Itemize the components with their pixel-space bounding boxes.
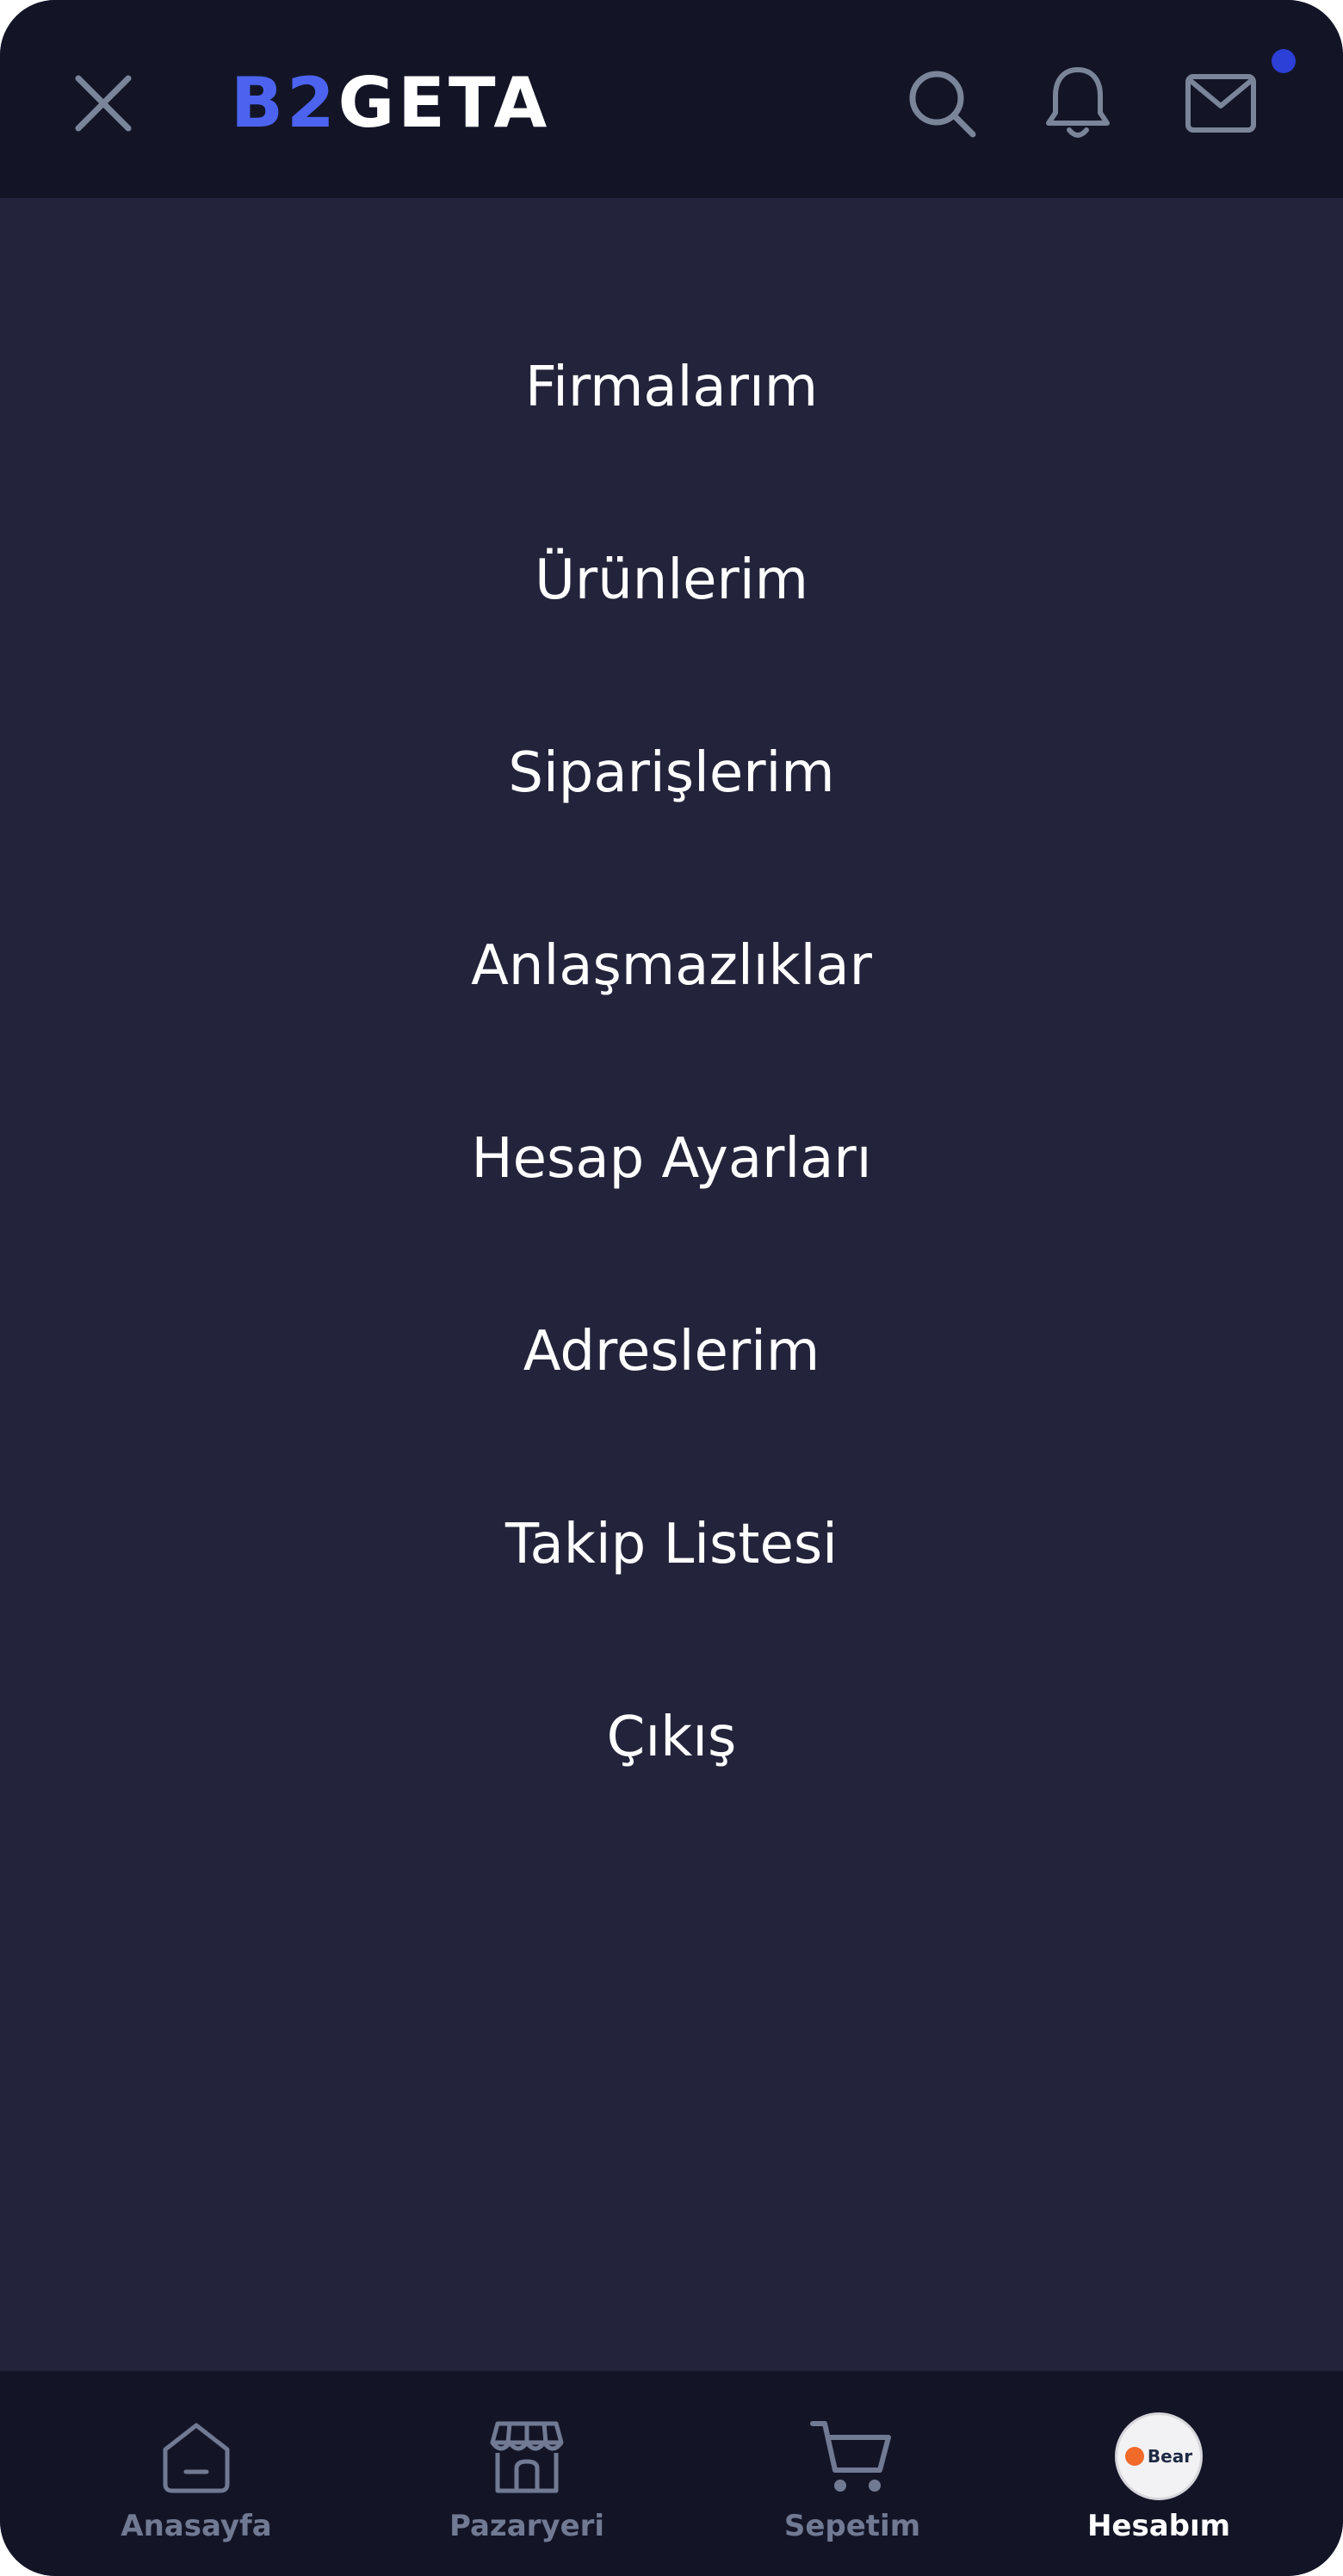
brand-logo[interactable]: B2GETA <box>231 60 550 146</box>
bottom-navigation: Anasayfa Pazaryeri Sepetim Bear Hesabım <box>0 2371 1343 2576</box>
mail-icon <box>1185 74 1256 133</box>
messages-button[interactable] <box>1179 62 1262 145</box>
nav-cart-label: Sepetim <box>783 2509 921 2543</box>
menu-item-adreslerim[interactable]: Adreslerim <box>0 1309 1343 1502</box>
nav-account-icon-wrap: Bear <box>1111 2409 1206 2504</box>
store-icon <box>480 2409 574 2504</box>
close-button[interactable] <box>65 65 141 141</box>
menu-item-hesap-ayarlari[interactable]: Hesap Ayarları <box>0 1116 1343 1309</box>
nav-marketplace-label: Pazaryeri <box>449 2509 605 2543</box>
menu-item-anlasmazliklar[interactable]: Anlaşmazlıklar <box>0 923 1343 1116</box>
logo-geta: GETA <box>337 63 551 143</box>
menu-item-label[interactable]: Hesap Ayarları <box>472 1116 872 1202</box>
menu-item-siparislerim[interactable]: Siparişlerim <box>0 730 1343 923</box>
menu-item-label[interactable]: Ürünlerim <box>535 537 808 623</box>
brand-mark-icon <box>1124 2447 1144 2466</box>
nav-home-label: Anasayfa <box>121 2509 272 2543</box>
menu-item-takip-listesi[interactable]: Takip Listesi <box>0 1502 1343 1694</box>
avatar-brand: Bear <box>1147 2446 1193 2467</box>
nav-cart[interactable]: Sepetim <box>766 2371 938 2576</box>
menu-item-cikis[interactable]: Çıkış <box>0 1694 1343 1887</box>
menu-item-label[interactable]: Takip Listesi <box>505 1502 838 1588</box>
menu-item-firmalarim[interactable]: Firmalarım <box>0 344 1343 537</box>
menu-item-urunlerim[interactable]: Ürünlerim <box>0 537 1343 730</box>
menu-item-label[interactable]: Çıkış <box>607 1694 737 1780</box>
bell-icon <box>1046 67 1110 138</box>
search-icon <box>909 71 976 138</box>
close-icon <box>75 75 132 132</box>
cart-icon <box>805 2409 900 2504</box>
nav-home[interactable]: Anasayfa <box>110 2371 282 2576</box>
account-menu: Firmalarım Ürünlerim Siparişlerim Anlaşm… <box>0 344 1343 1887</box>
app-frame: B2GETA Firmalarım Ürünlerim Siparişlerim… <box>0 0 1343 2576</box>
notifications-button[interactable] <box>1037 62 1119 145</box>
menu-item-label[interactable]: Adreslerim <box>523 1309 820 1395</box>
top-bar: B2GETA <box>0 0 1343 198</box>
home-icon <box>149 2409 244 2504</box>
nav-account-label: Hesabım <box>1086 2509 1231 2543</box>
menu-item-label[interactable]: Anlaşmazlıklar <box>471 923 872 1009</box>
menu-item-label[interactable]: Firmalarım <box>525 344 818 430</box>
unread-indicator <box>1272 49 1296 73</box>
nav-account[interactable]: Bear Hesabım <box>1073 2371 1245 2576</box>
logo-b2: B2 <box>231 63 338 143</box>
avatar: Bear <box>1115 2412 1203 2500</box>
nav-marketplace[interactable]: Pazaryeri <box>441 2371 613 2576</box>
search-button[interactable] <box>900 62 983 145</box>
menu-item-label[interactable]: Siparişlerim <box>508 730 834 816</box>
